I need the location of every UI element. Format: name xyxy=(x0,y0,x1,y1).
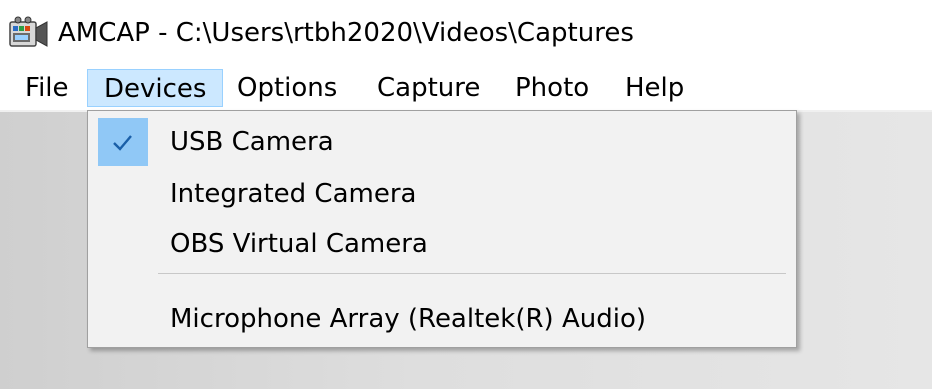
menu-item-integrated-camera[interactable]: Integrated Camera xyxy=(90,168,794,220)
menu-item-label: Integrated Camera xyxy=(170,179,417,209)
menu-capture[interactable]: Capture xyxy=(365,69,495,107)
menu-item-microphone-array[interactable]: Microphone Array (Realtek(R) Audio) xyxy=(90,293,794,345)
menu-options[interactable]: Options xyxy=(225,69,361,107)
title-bar: AMCAP - C:\Users\rtbh2020\Videos\Capture… xyxy=(0,0,932,66)
devices-dropdown-menu: USB Camera Integrated Camera OBS Virtual… xyxy=(87,110,797,348)
menu-item-obs-virtual-camera[interactable]: OBS Virtual Camera xyxy=(90,218,794,270)
menu-devices[interactable]: Devices xyxy=(87,69,223,107)
menu-item-label: USB Camera xyxy=(170,127,334,157)
menu-bar: File Devices Options Capture Photo Help xyxy=(0,66,932,110)
menu-photo[interactable]: Photo xyxy=(503,69,611,107)
menu-help[interactable]: Help xyxy=(613,69,707,107)
window-title: AMCAP - C:\Users\rtbh2020\Videos\Capture… xyxy=(58,18,634,48)
menu-item-label: OBS Virtual Camera xyxy=(170,229,428,259)
menu-item-label: Microphone Array (Realtek(R) Audio) xyxy=(170,304,646,334)
menu-separator xyxy=(158,273,786,274)
camera-app-icon xyxy=(9,16,48,47)
checkmark-icon xyxy=(113,135,132,151)
checked-indicator xyxy=(98,118,148,166)
menu-file[interactable]: File xyxy=(11,69,75,107)
menu-item-usb-camera[interactable]: USB Camera xyxy=(90,116,794,168)
